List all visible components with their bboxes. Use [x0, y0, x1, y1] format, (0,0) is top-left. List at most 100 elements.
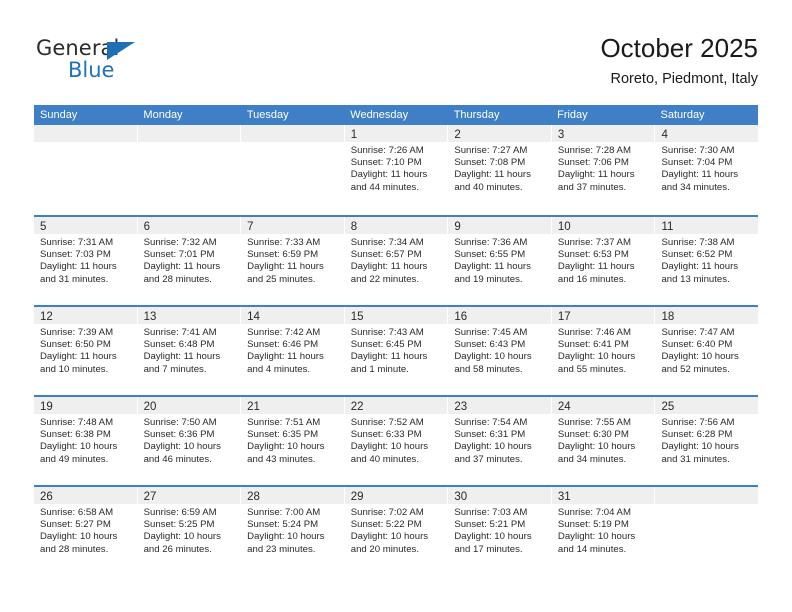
calendar-day-cell[interactable]: 11 Sunrise: 7:38 AM Sunset: 6:52 PM Dayligh… — [654, 217, 759, 305]
general-blue-logo[interactable]: General Blue — [36, 36, 236, 86]
day-number: 17 — [557, 311, 571, 323]
calendar-day-cell[interactable]: 5 Sunrise: 7:31 AM Sunset: 7:03 PM Daylight… — [34, 217, 137, 305]
day-number: 18 — [661, 311, 675, 323]
sunset-text: Sunset: 6:59 PM — [247, 249, 319, 261]
calendar-grid: Sunday Monday Tuesday Wednesday Thursday Frid… — [34, 105, 759, 575]
calendar-cell-empty — [240, 125, 344, 215]
daylight-text-line1: Daylight: 11 hours — [661, 261, 739, 273]
daylight-text-line2: and 26 minutes. — [143, 543, 212, 555]
daylight-text-line1: Daylight: 11 hours — [350, 351, 428, 363]
calendar-day-cell[interactable]: 3 Sunrise: 7:28 AM Sunset: 7:06 PM Daylight… — [550, 125, 655, 215]
daylight-text-line1: Daylight: 10 hours — [557, 351, 636, 363]
calendar-day-cell[interactable]: 14 Sunrise: 7:42 AM Sunset: 6:46 PM Dayligh… — [240, 307, 344, 395]
sunset-text: Sunset: 5:19 PM — [557, 519, 629, 531]
calendar-day-cell[interactable]: 20 Sunrise: 7:50 AM Sunset: 6:36 PM Dayligh… — [136, 397, 241, 485]
daylight-text-line1: Daylight: 11 hours — [143, 351, 221, 363]
calendar-day-cell[interactable]: 10 Sunrise: 7:37 AM Sunset: 6:53 PM Dayligh… — [550, 217, 655, 305]
day-number-bar: 28 — [241, 487, 344, 504]
daylight-text-line1: Daylight: 10 hours — [40, 441, 118, 453]
sunrise-text: Sunrise: 7:43 AM — [350, 327, 424, 338]
day-details: Sunrise: 7:51 AM Sunset: 6:35 PM Daylight:… — [241, 414, 344, 466]
day-details: Sunrise: 7:45 AM Sunset: 6:43 PM Daylight:… — [448, 324, 551, 376]
daylight-text-line1: Daylight: 10 hours — [454, 351, 532, 363]
calendar-day-cell[interactable]: 4 Sunrise: 7:30 AM Sunset: 7:04 PM Daylight… — [654, 125, 759, 215]
daylight-text-line1: Daylight: 11 hours — [40, 351, 117, 363]
calendar-day-cell[interactable]: 15 Sunrise: 7:43 AM Sunset: 6:45 PM Dayligh… — [343, 307, 448, 395]
weekday-header-tuesday: Tuesday — [246, 109, 289, 121]
day-number: 1 — [350, 129, 358, 141]
calendar-day-cell[interactable]: 27 Sunrise: 6:59 AM Sunset: 5:25 PM Dayligh… — [136, 487, 241, 575]
calendar-day-cell[interactable]: 13 Sunrise: 7:41 AM Sunset: 6:48 PM Dayligh… — [136, 307, 241, 395]
daylight-text-line2: and 34 minutes. — [661, 181, 730, 193]
calendar-day-cell[interactable]: 17 Sunrise: 7:46 AM Sunset: 6:41 PM Dayligh… — [550, 307, 655, 395]
calendar-day-cell[interactable]: 30 Sunrise: 7:03 AM Sunset: 5:21 PM Dayligh… — [447, 487, 551, 575]
day-details: Sunrise: 7:41 AM Sunset: 6:48 PM Daylight:… — [138, 324, 241, 376]
day-number: 19 — [40, 401, 53, 413]
day-number-bar: 8 — [344, 217, 448, 234]
day-number: 8 — [350, 221, 358, 233]
day-details: Sunrise: 7:26 AM Sunset: 7:10 PM Daylight:… — [345, 142, 448, 194]
logo-text-blue: Blue — [68, 58, 115, 82]
sunset-text: Sunset: 6:52 PM — [661, 249, 733, 261]
sunset-text: Sunset: 6:45 PM — [350, 339, 422, 351]
day-number-bar: 2 — [448, 125, 551, 142]
day-details: Sunrise: 7:54 AM Sunset: 6:31 PM Daylight:… — [448, 414, 551, 466]
sunrise-text: Sunrise: 7:37 AM — [557, 237, 631, 248]
day-details: Sunrise: 7:28 AM Sunset: 7:06 PM Daylight:… — [552, 142, 655, 194]
calendar-day-cell[interactable]: 1 Sunrise: 7:26 AM Sunset: 7:10 PM Daylight… — [343, 125, 448, 215]
weekday-header-sunday: Sunday — [40, 109, 78, 121]
calendar-day-cell[interactable]: 12 Sunrise: 7:39 AM Sunset: 6:50 PM Dayligh… — [34, 307, 137, 395]
sunset-text: Sunset: 7:06 PM — [557, 157, 629, 169]
day-number: 13 — [143, 311, 157, 323]
calendar-day-cell[interactable]: 18 Sunrise: 7:47 AM Sunset: 6:40 PM Dayligh… — [654, 307, 759, 395]
calendar-day-cell[interactable]: 25 Sunrise: 7:56 AM Sunset: 6:28 PM Dayligh… — [654, 397, 759, 485]
day-number-bar: 24 — [551, 397, 655, 414]
day-details: Sunrise: 7:55 AM Sunset: 6:30 PM Daylight:… — [552, 414, 655, 466]
daylight-text-line1: Daylight: 10 hours — [557, 531, 636, 543]
calendar-day-cell[interactable]: 23 Sunrise: 7:54 AM Sunset: 6:31 PM Dayligh… — [447, 397, 551, 485]
daylight-text-line2: and 46 minutes. — [143, 453, 212, 465]
calendar-cell-empty — [34, 125, 137, 215]
day-number-bar: 30 — [448, 487, 551, 504]
sunrise-text: Sunrise: 7:42 AM — [247, 327, 321, 338]
sunrise-text: Sunrise: 7:56 AM — [661, 417, 735, 428]
sunrise-text: Sunrise: 7:26 AM — [350, 145, 424, 156]
page-subtitle: Roreto, Piedmont, Italy — [610, 71, 759, 87]
calendar-day-cell[interactable]: 19 Sunrise: 7:48 AM Sunset: 6:38 PM Dayligh… — [34, 397, 137, 485]
day-details: Sunrise: 7:00 AM Sunset: 5:24 PM Daylight:… — [241, 504, 344, 556]
sunrise-text: Sunrise: 7:00 AM — [247, 507, 321, 518]
day-number: 10 — [557, 221, 571, 233]
daylight-text-line1: Daylight: 10 hours — [661, 351, 739, 363]
calendar-day-cell[interactable]: 24 Sunrise: 7:55 AM Sunset: 6:30 PM Dayligh… — [550, 397, 655, 485]
daylight-text-line2: and 34 minutes. — [557, 453, 627, 465]
calendar-day-cell[interactable]: 16 Sunrise: 7:45 AM Sunset: 6:43 PM Dayligh… — [447, 307, 551, 395]
calendar-week-row: 12 Sunrise: 7:39 AM Sunset: 6:50 PM Dayligh… — [34, 305, 759, 395]
daylight-text-line2: and 31 minutes. — [40, 273, 109, 285]
calendar-day-cell[interactable]: 29 Sunrise: 7:02 AM Sunset: 5:22 PM Dayligh… — [343, 487, 448, 575]
calendar-day-cell[interactable]: 2 Sunrise: 7:27 AM Sunset: 7:08 PM Daylight… — [447, 125, 551, 215]
calendar-day-cell[interactable]: 9 Sunrise: 7:36 AM Sunset: 6:55 PM Daylight… — [447, 217, 551, 305]
weekday-header-saturday: Saturday — [660, 109, 705, 121]
daylight-text-line2: and 40 minutes. — [350, 453, 420, 465]
day-number-bar: 21 — [241, 397, 344, 414]
daylight-text-line1: Daylight: 11 hours — [454, 169, 531, 181]
daylight-text-line2: and 52 minutes. — [661, 363, 730, 375]
calendar-day-cell[interactable]: 6 Sunrise: 7:32 AM Sunset: 7:01 PM Daylight… — [136, 217, 241, 305]
calendar-day-cell[interactable]: 31 Sunrise: 7:04 AM Sunset: 5:19 PM Dayligh… — [550, 487, 655, 575]
calendar-day-cell[interactable]: 26 Sunrise: 6:58 AM Sunset: 5:27 PM Dayligh… — [34, 487, 137, 575]
daylight-text-line2: and 37 minutes. — [454, 453, 523, 465]
day-number: 2 — [454, 129, 461, 141]
day-number-bar: 18 — [655, 307, 759, 324]
day-number: 31 — [557, 491, 571, 503]
sunrise-text: Sunrise: 7:38 AM — [661, 237, 735, 248]
daylight-text-line1: Daylight: 10 hours — [557, 441, 636, 453]
page-header: General Blue October 2025 Roreto, Piedmo… — [0, 0, 792, 100]
daylight-text-line2: and 44 minutes. — [350, 181, 420, 193]
sunrise-text: Sunrise: 7:41 AM — [143, 327, 217, 338]
calendar-day-cell[interactable]: 8 Sunrise: 7:34 AM Sunset: 6:57 PM Daylight… — [343, 217, 448, 305]
page-title: October 2025 — [600, 33, 758, 63]
calendar-day-cell[interactable]: 22 Sunrise: 7:52 AM Sunset: 6:33 PM Dayligh… — [343, 397, 448, 485]
calendar-day-cell[interactable]: 28 Sunrise: 7:00 AM Sunset: 5:24 PM Dayligh… — [240, 487, 344, 575]
calendar-day-cell[interactable]: 21 Sunrise: 7:51 AM Sunset: 6:35 PM Dayligh… — [240, 397, 344, 485]
calendar-day-cell[interactable]: 7 Sunrise: 7:33 AM Sunset: 6:59 PM Daylight… — [240, 217, 344, 305]
